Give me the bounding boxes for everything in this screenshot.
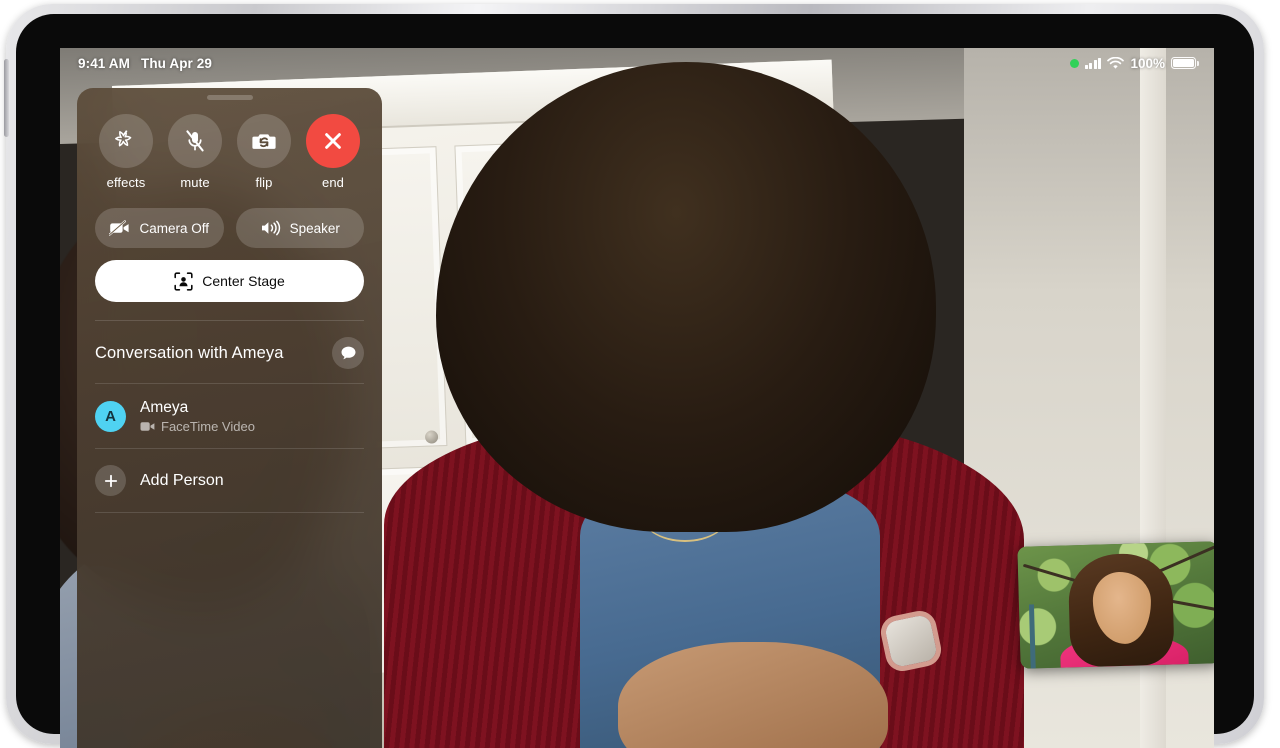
mute-button[interactable]: mute	[166, 114, 224, 190]
flip-camera-button-label: flip	[255, 175, 273, 190]
add-person-label: Add Person	[140, 471, 224, 489]
primary-controls-row: effects mute flip end	[95, 114, 364, 190]
cellular-bars-icon	[1084, 57, 1102, 69]
camera-active-indicator-icon	[1069, 58, 1079, 68]
end-call-button-circle[interactable]	[306, 114, 360, 168]
status-bar: 9:41 AM Thu Apr 29 100%	[60, 48, 1214, 78]
center-stage-button-label: Center Stage	[202, 273, 285, 289]
participant-connection-label: FaceTime Video	[161, 419, 255, 435]
participant-name: Ameya	[140, 399, 189, 416]
end-call-button-label: end	[322, 175, 344, 190]
avatar: A	[95, 400, 126, 432]
end-call-button[interactable]: end	[304, 114, 362, 190]
close-x-icon	[325, 133, 341, 149]
sparkle-star-icon	[115, 130, 132, 147]
flip-camera-button[interactable]: flip	[235, 114, 293, 190]
center-stage-button[interactable]: Center Stage	[95, 260, 364, 302]
camera-off-button[interactable]: Camera Off	[95, 208, 224, 248]
open-messages-button[interactable]	[332, 337, 364, 369]
message-bubble-icon	[341, 346, 355, 359]
participant-connection: FaceTime Video	[140, 419, 255, 434]
facetime-control-panel: effects mute flip end Camera Off Speaker…	[77, 88, 382, 748]
add-person-row[interactable]: Add Person	[77, 449, 382, 512]
participant-info: Ameya FaceTime Video	[140, 398, 255, 434]
conversation-header: Conversation with Ameya	[77, 321, 382, 383]
effects-button-circle[interactable]	[99, 114, 153, 168]
battery-percent-label: 100%	[1130, 55, 1165, 71]
participant-right-hair	[436, 62, 936, 532]
speaker-waves-icon	[261, 220, 280, 236]
participant-figure-right	[288, 62, 1048, 748]
mute-button-label: mute	[180, 175, 210, 190]
status-date: Thu Apr 29	[140, 55, 212, 71]
effects-button[interactable]: effects	[97, 114, 155, 190]
conversation-title: Conversation with Ameya	[95, 343, 284, 362]
speaker-button-label: Speaker	[289, 220, 340, 236]
status-bar-left: 9:41 AM Thu Apr 29	[78, 56, 212, 71]
device-side-button[interactable]	[4, 59, 9, 137]
status-time: 9:41 AM	[78, 55, 130, 71]
video-slash-icon	[109, 220, 130, 236]
effects-button-label: effects	[106, 175, 146, 190]
device-screen: 9:41 AM Thu Apr 29 100% effects mute fli…	[60, 48, 1214, 748]
speaker-button[interactable]: Speaker	[235, 208, 364, 248]
microphone-slash-icon	[186, 130, 204, 152]
mute-button-circle[interactable]	[168, 114, 222, 168]
camera-rotate-icon	[251, 133, 276, 149]
plus-icon	[95, 465, 126, 497]
self-view-pip[interactable]	[1017, 541, 1214, 669]
video-camera-icon	[140, 422, 155, 432]
panel-controls-section: effects mute flip end Camera Off Speaker…	[77, 100, 382, 321]
person-in-frame-icon	[174, 271, 193, 291]
participant-row-ameya[interactable]: A Ameya FaceTime Video	[77, 384, 382, 448]
tablet-device-frame: 9:41 AM Thu Apr 29 100% effects mute fli…	[4, 4, 1264, 748]
add-person-separator	[95, 512, 364, 514]
participant-right-hands	[618, 642, 888, 748]
status-bar-right: 100%	[1069, 55, 1199, 71]
battery-full-icon	[1171, 57, 1199, 69]
flip-camera-button-circle[interactable]	[237, 114, 291, 168]
secondary-controls-row: Camera Off Speaker	[95, 208, 364, 248]
camera-off-button-label: Camera Off	[139, 220, 210, 236]
wifi-icon	[1107, 56, 1125, 70]
